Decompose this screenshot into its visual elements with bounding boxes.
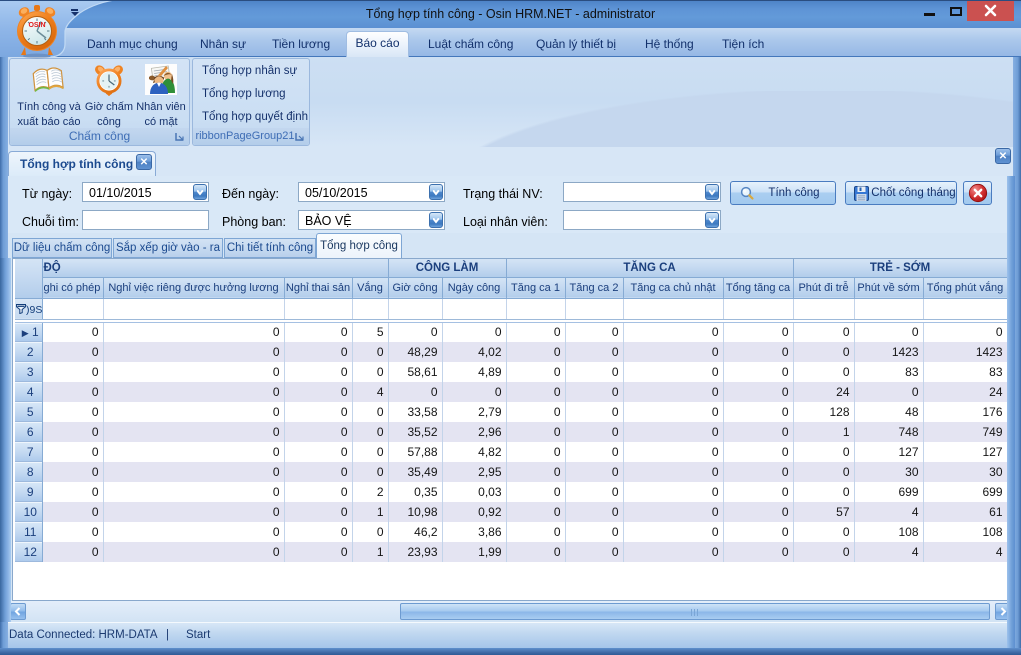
svg-text:OSIN: OSIN [28, 22, 45, 29]
